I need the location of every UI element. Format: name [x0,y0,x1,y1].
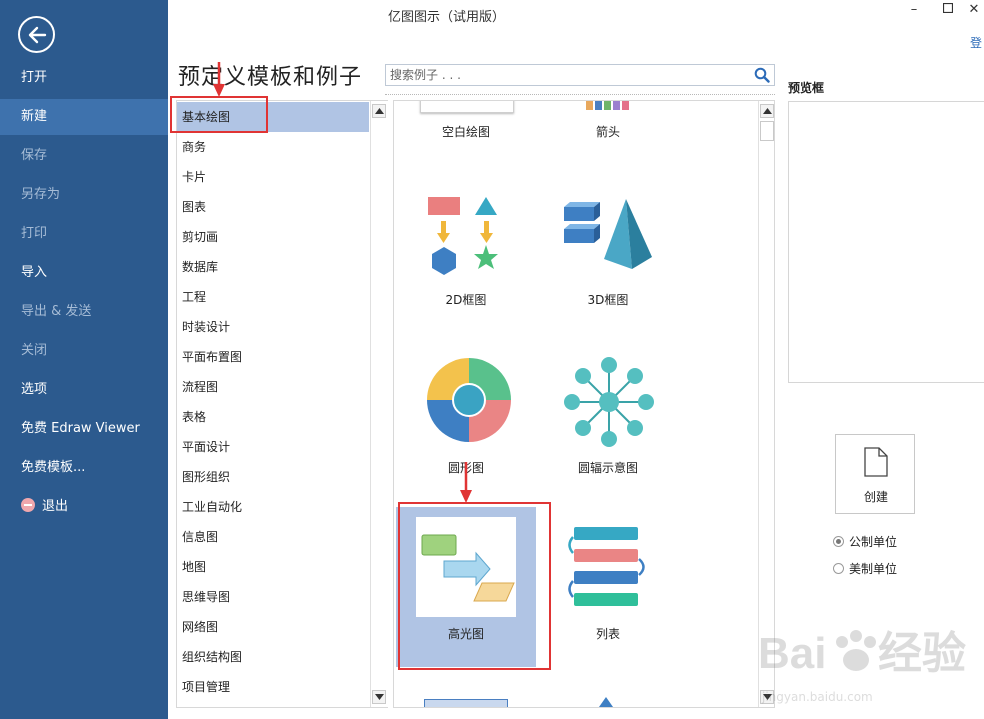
category-item[interactable]: 信息图 [177,522,369,552]
nav-close[interactable]: 关闭 [0,333,168,369]
category-item[interactable]: 平面布置图 [177,342,369,372]
preview-box [788,101,984,383]
preview-label: 预览框 [788,81,825,95]
template-2d-block[interactable]: 2D框图 [396,189,536,349]
nav-edraw-viewer[interactable]: 免费 Edraw Viewer [0,411,168,447]
search-icon[interactable] [754,67,770,83]
category-item[interactable]: 图形组织 [177,462,369,492]
highlight-box-template [398,502,551,670]
nav-free-templates[interactable]: 免费模板... [0,450,168,486]
page-title: 预定义模板和例子 [178,65,363,90]
category-item[interactable]: 平面设计 [177,432,369,462]
template-radial[interactable]: 圆辐示意图 [538,357,678,517]
scroll-up-button[interactable] [760,104,774,118]
back-button[interactable] [18,16,55,53]
nav-save[interactable]: 保存 [0,138,168,174]
svg-text:经验: 经验 [878,629,966,678]
watermark-url: jingyan.baidu.com [762,690,873,704]
category-item[interactable]: 工程 [177,282,369,312]
nav-import[interactable]: 导入 [0,255,168,291]
triangle-down-icon [375,694,384,700]
nav-exit-label: 退出 [42,499,69,514]
category-item[interactable]: 组织结构图 [177,642,369,672]
login-link[interactable]: 登 [970,34,982,51]
triangle-up-icon [763,108,772,114]
blank-thumbnail [420,101,514,113]
nav-export-send[interactable]: 导出 & 发送 [0,294,168,330]
circle-chart-thumbnail [427,358,511,442]
unit-us-label: 美制单位 [849,562,898,576]
red-arrow-icon [460,462,472,503]
template-3d-block[interactable]: 3D框图 [538,189,678,349]
radio-us[interactable] [833,563,844,574]
window-title: 亿图图示（试用版） [388,10,506,25]
search-box [385,64,775,86]
back-arrow-icon [28,26,47,44]
2d-block-thumbnail [428,197,498,275]
category-scrollbar[interactable] [370,101,388,707]
baidu-watermark: Bai 经验 jingyan.baidu.com [756,618,966,708]
create-button[interactable]: 创建 [835,434,915,514]
template-label: 2D框图 [445,293,487,307]
nav-open[interactable]: 打开 [0,60,168,96]
category-item[interactable]: 项目管理 [177,672,369,702]
category-item[interactable]: 商务 [177,132,369,162]
exit-icon [21,498,35,512]
template-label: 圆辐示意图 [577,461,638,475]
close-icon[interactable]: ✕ [966,2,982,18]
nav-print[interactable]: 打印 [0,216,168,252]
edraw-new-document-screen: 打开 新建 保存 另存为 打印 导入 导出 & 发送 关闭 选项 免费 Edra… [0,0,984,719]
triangle-up-icon [375,108,384,114]
create-label: 创建 [863,490,888,504]
category-item[interactable]: 表格 [177,402,369,432]
category-item[interactable]: 网络图 [177,612,369,642]
highlight-box-category [170,96,268,133]
template-label: 列表 [595,627,620,641]
divider [385,94,775,95]
template-scrollbar[interactable] [758,101,774,707]
scroll-down-button[interactable] [372,690,386,704]
category-item[interactable]: 地图 [177,552,369,582]
template-label: 箭头 [595,125,620,139]
backstage-nav: 打开 新建 保存 另存为 打印 导入 导出 & 发送 关闭 选项 免费 Edra… [0,0,168,719]
list-thumbnail [568,527,645,606]
category-item[interactable]: 思维导图 [177,582,369,612]
baidu-logo: Bai 经验 [758,629,966,678]
svg-text:Bai: Bai [758,629,826,678]
category-item[interactable]: 时装设计 [177,312,369,342]
template-list[interactable]: 列表 [538,507,678,667]
maximize-icon[interactable] [940,2,956,18]
category-list: 基本绘图 商务 卡片 图表 剪切画 数据库 工程 时装设计 平面布置图 流程图 … [176,100,388,708]
nav-new[interactable]: 新建 [0,99,168,135]
unit-us[interactable]: 美制单位 [833,561,897,577]
nav-exit[interactable]: 退出 [0,489,168,525]
category-item[interactable]: 数据库 [177,252,369,282]
category-item[interactable]: 工业自动化 [177,492,369,522]
3d-block-thumbnail [564,199,652,269]
category-item[interactable]: 图表 [177,192,369,222]
new-document-icon [864,447,888,477]
search-input[interactable] [386,65,746,85]
unit-metric-label: 公制单位 [849,535,898,549]
partial-thumbnail [424,699,508,707]
category-item[interactable]: 卡片 [177,162,369,192]
red-arrow-icon [213,62,225,97]
partial-triangle-icon [599,697,613,707]
category-item[interactable]: 流程图 [177,372,369,402]
unit-metric[interactable]: 公制单位 [833,534,897,550]
template-label: 3D框图 [587,293,629,307]
radial-thumbnail [564,357,654,447]
category-item[interactable]: 剪切画 [177,222,369,252]
scroll-thumb[interactable] [760,121,774,141]
template-label: 空白绘图 [441,125,490,139]
nav-options[interactable]: 选项 [0,372,168,408]
minimize-icon[interactable]: – [906,2,922,18]
scroll-up-button[interactable] [372,104,386,118]
arrow-thumbnail [586,101,629,110]
radio-metric[interactable] [833,536,844,547]
nav-save-as[interactable]: 另存为 [0,177,168,213]
